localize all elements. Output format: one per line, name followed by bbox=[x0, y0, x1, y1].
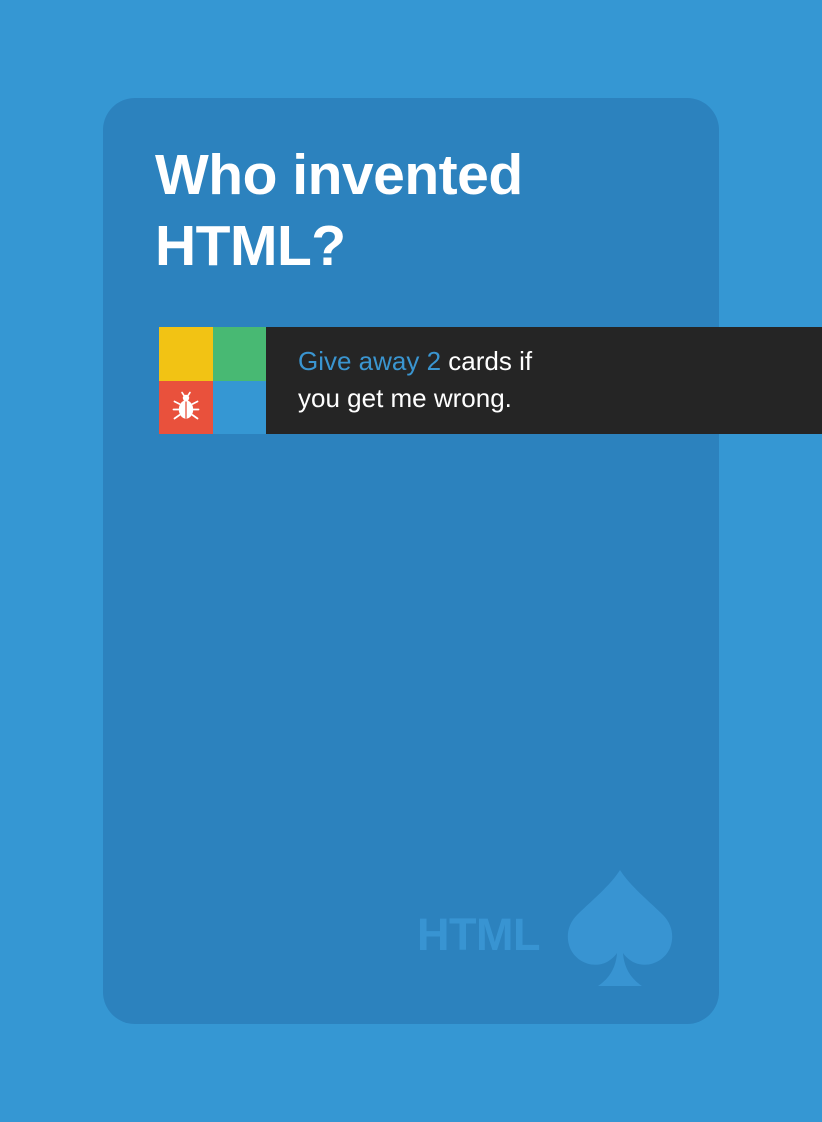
question-line-2: HTML? bbox=[155, 214, 346, 278]
bug-icon bbox=[172, 391, 200, 420]
rule-line-1: Give away 2 cards if bbox=[298, 343, 532, 380]
tile-green bbox=[212, 327, 266, 381]
rule-text: Give away 2 cards if you get me wrong. bbox=[298, 343, 532, 417]
tile-yellow bbox=[159, 327, 213, 381]
rule-line-2: you get me wrong. bbox=[298, 383, 512, 413]
spade-shape bbox=[567, 870, 673, 986]
rule-line-1-rest: cards if bbox=[441, 346, 533, 376]
rule-strip: Give away 2 cards if you get me wrong. bbox=[159, 327, 822, 434]
rule-accent: Give away 2 bbox=[298, 346, 442, 376]
color-tiles bbox=[159, 327, 266, 434]
tile-blue bbox=[212, 380, 266, 434]
question-line-1: Who invented bbox=[155, 143, 523, 207]
rule-box: Give away 2 cards if you get me wrong. bbox=[266, 327, 822, 434]
spade-icon bbox=[567, 870, 673, 986]
tile-red bbox=[159, 380, 213, 434]
suit-label: HTML bbox=[417, 909, 540, 960]
question-title: Who invented HTML? bbox=[155, 140, 675, 282]
